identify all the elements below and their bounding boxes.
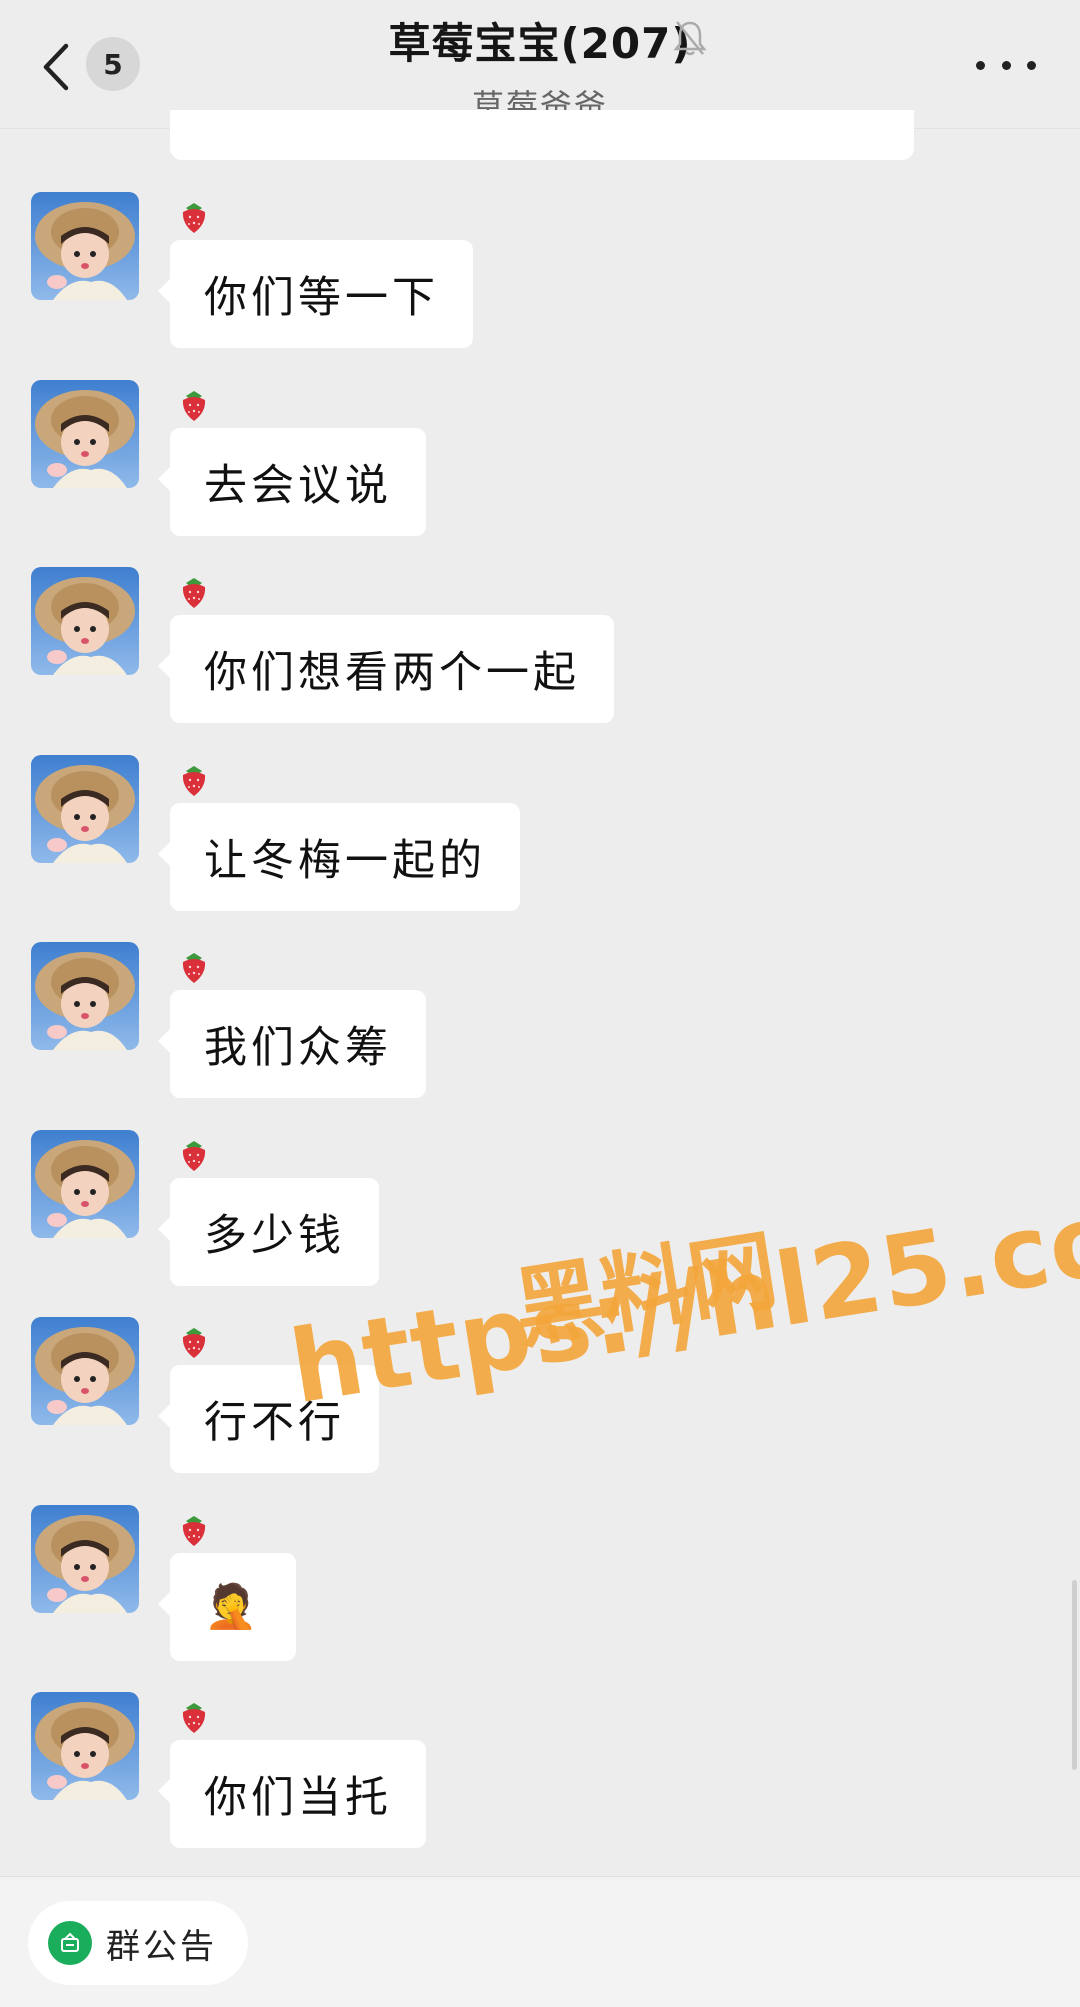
strawberry-icon [182,1328,206,1358]
message-bubble[interactable]: 我们众筹 [158,990,426,1098]
message-bubble[interactable]: 你们当托 [158,1740,426,1848]
announcement-icon [48,1921,92,1965]
message-bubble[interactable]: 你们等一下 [158,240,473,348]
strawberry-icon [182,765,206,796]
strawberry-icon [182,1703,206,1733]
message-row: 我们众筹 [0,942,1080,1130]
strawberry-icon [182,953,206,983]
sender-name [178,575,210,609]
message-row: 让冬梅一起的 [0,754,1080,943]
message-bubble[interactable]: 你们想看两个一起 [158,615,614,723]
sender-avatar[interactable] [31,754,139,863]
group-announcement-button[interactable]: 群公告 [28,1901,248,1985]
sender-name [178,1138,210,1172]
sender-avatar[interactable] [31,1504,139,1613]
sender-name [178,200,210,234]
bottom-bar: 群公告 [0,1876,1080,2007]
message-row: 🤦 [0,1504,1080,1693]
sender-avatar[interactable] [31,192,139,300]
sender-name [178,1325,210,1359]
strawberry-icon [182,578,206,608]
chat-title: 草莓宝宝(207) [388,19,692,68]
message-row: 行不行 [0,1317,1080,1505]
sender-name [178,388,210,422]
sender-name [178,763,210,797]
sender-avatar[interactable] [31,1129,139,1238]
message-bubble[interactable]: 行不行 [158,1365,379,1473]
announcement-label: 群公告 [106,1926,217,1967]
sender-name [178,1513,210,1547]
message-row: 你们当托 [0,1692,1080,1880]
scrollbar[interactable] [1072,1580,1077,1770]
sender-name [178,950,210,984]
message-bubble[interactable]: 让冬梅一起的 [158,802,520,911]
message-row: 你们等一下 [0,192,1080,380]
more-options-button[interactable] [976,50,1036,80]
message-row: 多少钱 [0,1129,1080,1318]
message-bubble[interactable]: 多少钱 [158,1177,379,1286]
sender-avatar[interactable] [31,942,139,1050]
strawberry-icon [182,1140,206,1171]
message-bubble[interactable]: 🤦 [158,1552,296,1661]
message-row: 你们想看两个一起 [0,567,1080,755]
message-bubble[interactable]: 去会议说 [158,427,426,536]
more-dots-icon [976,60,985,70]
previous-message-bubble[interactable] [170,110,914,160]
strawberry-icon [182,1515,206,1546]
mute-bell-icon [673,21,707,56]
sender-avatar[interactable] [31,567,139,675]
sender-avatar[interactable] [31,1317,139,1425]
sender-avatar[interactable] [31,1692,139,1800]
sender-name [178,1700,210,1734]
sender-avatar[interactable] [31,379,139,488]
strawberry-icon [182,390,206,421]
message-row: 去会议说 [0,379,1080,568]
strawberry-icon [182,203,206,233]
